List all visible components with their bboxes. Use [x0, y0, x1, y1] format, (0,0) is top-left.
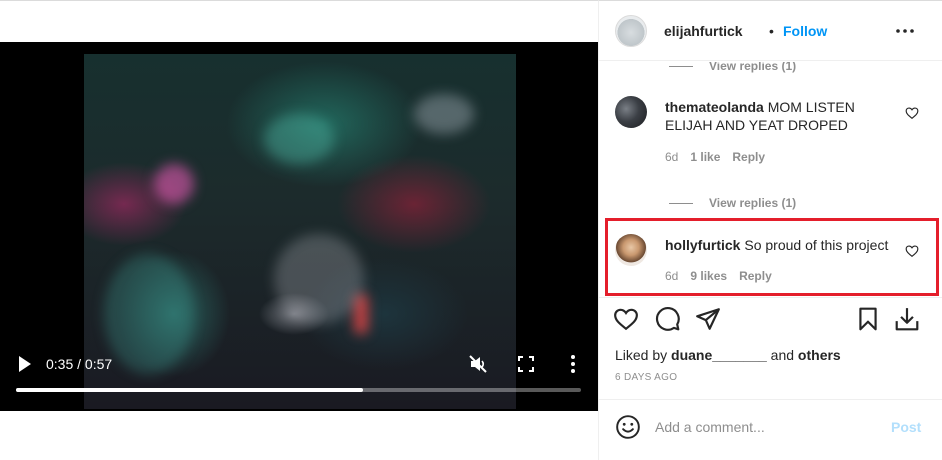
action-bar — [599, 297, 942, 337]
heart-icon[interactable] — [613, 306, 639, 332]
video-light — [414, 94, 474, 134]
vertical-dots-icon[interactable] — [566, 354, 580, 374]
author-avatar[interactable] — [615, 15, 647, 47]
comment-age: 6d — [665, 150, 679, 164]
liked-by-user[interactable]: duane_______ — [671, 347, 767, 363]
comment-likes[interactable]: 1 like — [690, 150, 720, 164]
view-replies-link[interactable]: View replies (1) — [669, 196, 796, 210]
post-header: elijahfurtick • Follow — [599, 1, 942, 61]
horizontal-dots-icon[interactable] — [895, 21, 915, 41]
reply-divider — [669, 202, 693, 204]
video-time: 0:35 / 0:57 — [46, 356, 113, 372]
reply-button[interactable]: Reply — [732, 150, 765, 164]
view-replies-link[interactable]: View replies (1) — [669, 62, 796, 73]
video-controls: 0:35 / 0:57 — [0, 342, 598, 411]
post-date: 6 DAYS AGO — [615, 372, 678, 383]
comment-avatar[interactable] — [615, 96, 647, 128]
video-light — [274, 234, 364, 324]
fullscreen-icon[interactable] — [518, 356, 534, 372]
paper-plane-icon[interactable] — [695, 306, 721, 332]
download-icon[interactable] — [894, 306, 920, 332]
reply-divider — [669, 65, 693, 67]
comment-username[interactable]: thematеolanda — [665, 99, 764, 115]
view-replies-label: View replies (1) — [709, 196, 797, 210]
play-icon[interactable] — [18, 356, 32, 372]
video-area: 0:35 / 0:57 — [0, 0, 598, 460]
smiley-icon[interactable] — [615, 414, 641, 440]
author-username[interactable]: elijahfurtick — [664, 23, 743, 39]
video-progress-fill — [16, 388, 363, 392]
comment-bubble-icon[interactable] — [655, 306, 681, 332]
video-progress-bar[interactable] — [16, 388, 581, 392]
comment-input[interactable] — [655, 416, 875, 438]
likes-middle: and — [770, 347, 795, 363]
video-player[interactable]: 0:35 / 0:57 — [0, 42, 598, 411]
add-comment-bar: Post — [599, 399, 942, 455]
follow-button[interactable]: Follow — [783, 23, 827, 39]
comment-body: thematеolanda MOM LISTEN ELIJAH AND YEAT… — [665, 98, 895, 134]
heart-icon[interactable] — [905, 106, 919, 120]
likes-others-link[interactable]: others — [798, 347, 841, 363]
highlight-box — [605, 218, 939, 296]
post-button[interactable]: Post — [891, 419, 921, 435]
bookmark-icon[interactable] — [855, 306, 881, 332]
post-panel: elijahfurtick • Follow View replies (1) … — [598, 0, 942, 460]
comments-list: View replies (1) thematеolanda MOM LISTE… — [599, 62, 942, 297]
view-replies-label: View replies (1) — [709, 62, 797, 73]
likes-summary: Liked by duane_______ and others — [615, 347, 841, 363]
comment-meta: 6d 1 like Reply — [665, 150, 765, 164]
likes-prefix: Liked by — [615, 347, 668, 363]
video-light — [264, 114, 334, 164]
separator-dot: • — [769, 23, 774, 39]
muted-speaker-icon[interactable] — [468, 354, 488, 374]
video-light — [154, 164, 194, 204]
